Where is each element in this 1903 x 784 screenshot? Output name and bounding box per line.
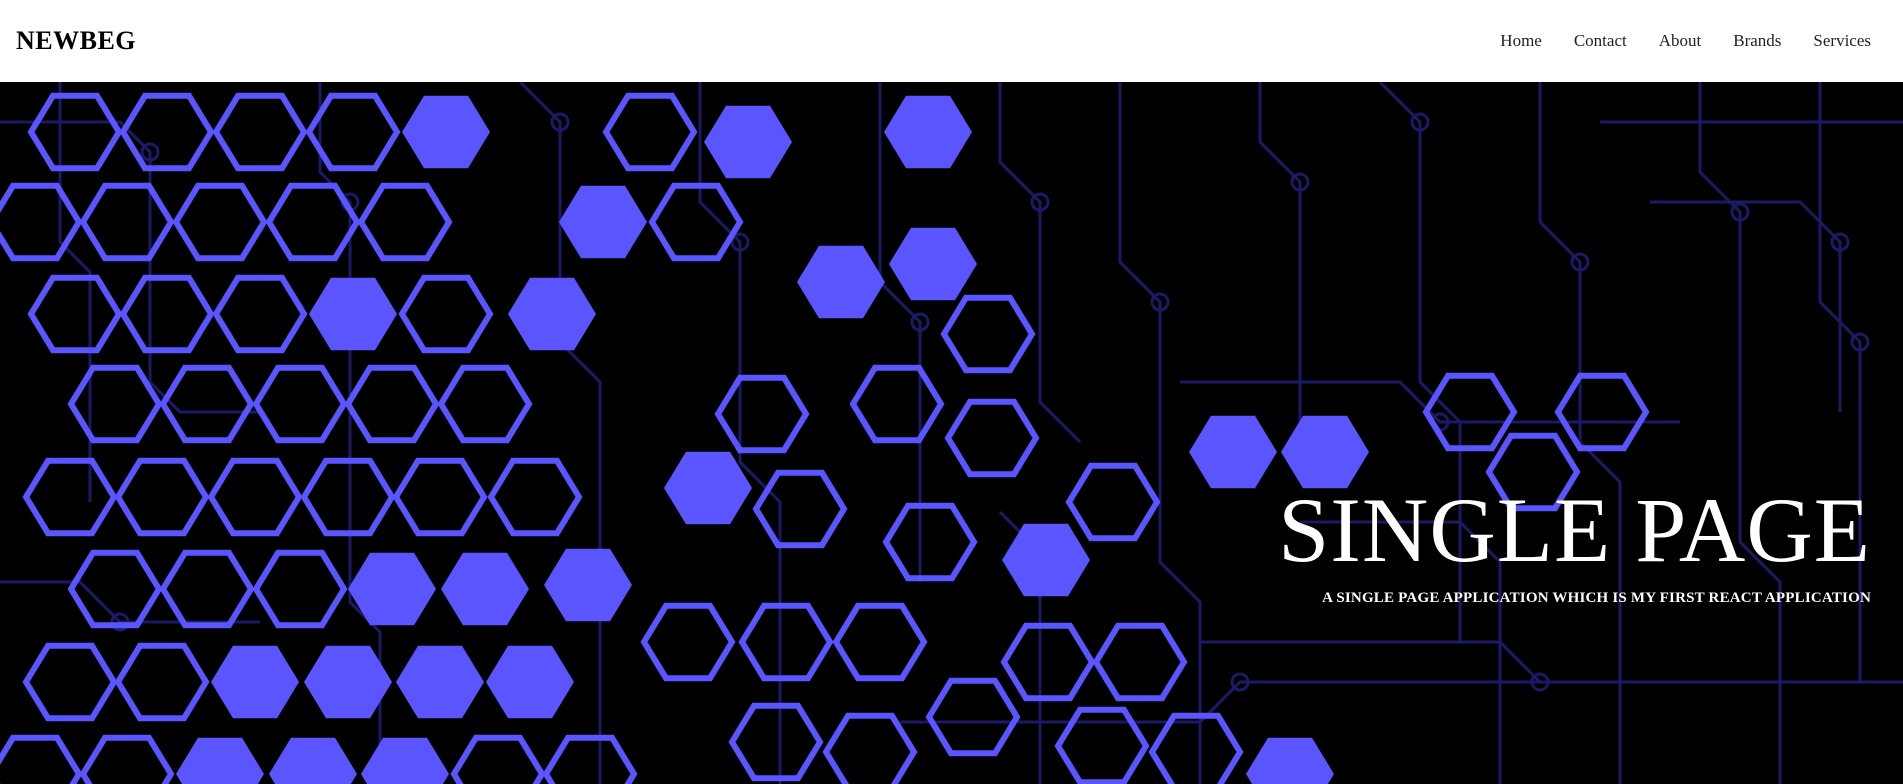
hexagon-outline [27,92,123,172]
hexagon-outline [714,374,810,454]
nav-link-home[interactable]: Home [1500,31,1542,50]
circuit-trace [1200,640,1903,684]
hexagon-outline [738,602,834,682]
hexagon-outline [849,364,945,444]
hexagon-outline [1554,372,1650,452]
hexagon-outline [1148,712,1244,784]
circuit-trace [1698,82,1782,784]
nav-item-home: Home [1500,31,1542,51]
nav-link-contact[interactable]: Contact [1574,31,1627,50]
nav-link-services[interactable]: Services [1813,31,1871,50]
hexagon-outline [1000,622,1096,702]
hexagon-filled [884,95,972,169]
hexagon-filled [1189,415,1277,489]
hexagon-outline [114,642,210,722]
hexagon-filled [269,737,357,784]
hexagon-outline [925,677,1021,757]
hexagon-filled [396,645,484,719]
hexagon-outline [1422,372,1518,452]
nav-item-services: Services [1813,31,1871,51]
circuit-trace [998,82,1082,444]
hero-section: SINGLE PAGE A SINGLE PAGE APPLICATION WH… [0,82,1903,784]
hexagon-filled [402,95,490,169]
hexagon-filled [508,277,596,351]
hexagon-outline [344,364,440,444]
hexagon-outline [602,92,698,172]
hexagon-filled [211,645,299,719]
hexagon-outline [119,92,215,172]
hexagon-outline [822,712,918,784]
hexagon-outline [1065,462,1161,542]
hexagon-filled [486,645,574,719]
circuit-trace [1118,82,1202,784]
hexagon-outline [450,734,546,784]
nav-item-brands: Brands [1733,31,1781,51]
hexagon-outline [357,182,453,262]
hexagon-outline [305,92,401,172]
hexagon-outline [752,469,848,549]
nav-link-brands[interactable]: Brands [1733,31,1781,50]
nav-item-about: About [1659,31,1702,51]
hexagon-outline [392,457,488,537]
hexagon-outline [119,274,215,354]
hexagon-outline [79,182,175,262]
nav-item-contact: Contact [1574,31,1627,51]
nav-link-about[interactable]: About [1659,31,1702,50]
hexagon-outline [640,602,736,682]
hexagon-filled [889,227,977,301]
circuit-hexagon-background [0,82,1903,784]
hexagon-filled [176,737,264,784]
hexagon-outline [172,182,268,262]
hexagon-outline [79,734,175,784]
hexagon-filled [559,185,647,259]
hexagon-outline [252,364,348,444]
hexagon-outline [300,457,396,537]
hexagon-outline [114,457,210,537]
hexagon-filled [441,552,529,626]
hexagon-outline [22,642,118,722]
circuit-trace [1650,200,1842,412]
hero-title: SINGLE PAGE [1278,479,1871,581]
hexagon-outline [940,294,1036,374]
hexagon-filled [361,737,449,784]
brand-logo[interactable]: NEWBEG [16,26,136,56]
hexagon-outline [437,364,533,444]
hexagon-outline [159,364,255,444]
hexagon-outline [1092,622,1188,702]
hexagon-outline [0,734,83,784]
hexagon-filled [797,245,885,319]
hexagon-outline [265,182,361,262]
hexagon-outline [212,274,308,354]
hexagon-outline [398,274,494,354]
hexagon-outline [212,92,308,172]
hexagon-outline [252,549,348,629]
hexagon-filled [309,277,397,351]
hexagon-outline [207,457,303,537]
hexagon-filled [1246,737,1334,784]
circuit-trace [58,82,92,502]
hexagon-outline [882,502,978,582]
hexagon-outline [27,274,123,354]
hero-subtitle: A SINGLE PAGE APPLICATION WHICH IS MY FI… [1322,590,1871,606]
hexagon-outline [832,602,928,682]
circuit-trace [1258,82,1302,482]
hexagon-filled [1281,415,1369,489]
hexagon-filled [704,105,792,179]
hexagon-outline [22,457,118,537]
hexagon-filled [544,548,632,622]
hexagon-outline [487,457,583,537]
circuit-trace [0,580,260,624]
hexagon-outline [648,182,744,262]
hexagon-outline [944,398,1040,478]
hexagon-outline [159,549,255,629]
hexagon-outline [542,734,638,784]
navbar: NEWBEG Home Contact About Brands Service… [0,0,1903,82]
hexagon-outline [728,702,824,782]
hexagon-filled [1002,523,1090,597]
hexagon-outline [67,364,163,444]
hero-text: SINGLE PAGE A SINGLE PAGE APPLICATION WH… [1278,484,1871,607]
nav-links: Home Contact About Brands Services [1500,31,1871,51]
